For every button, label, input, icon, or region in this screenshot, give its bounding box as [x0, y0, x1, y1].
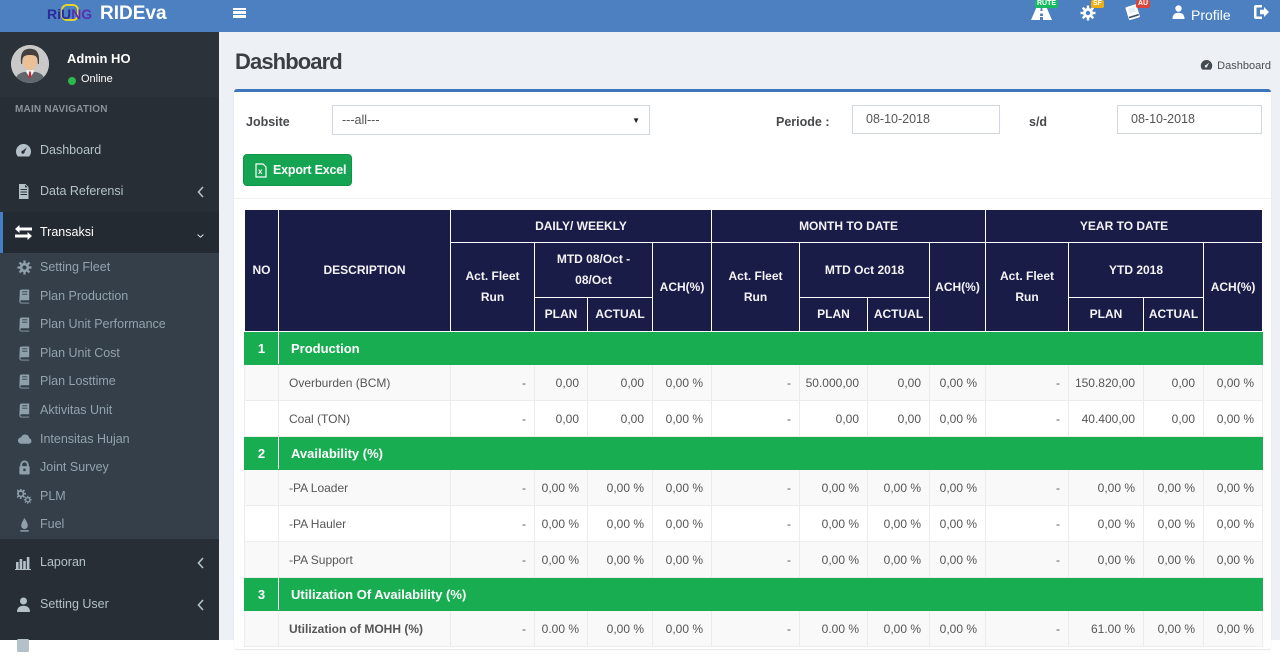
svg-text:x: x: [258, 167, 263, 176]
